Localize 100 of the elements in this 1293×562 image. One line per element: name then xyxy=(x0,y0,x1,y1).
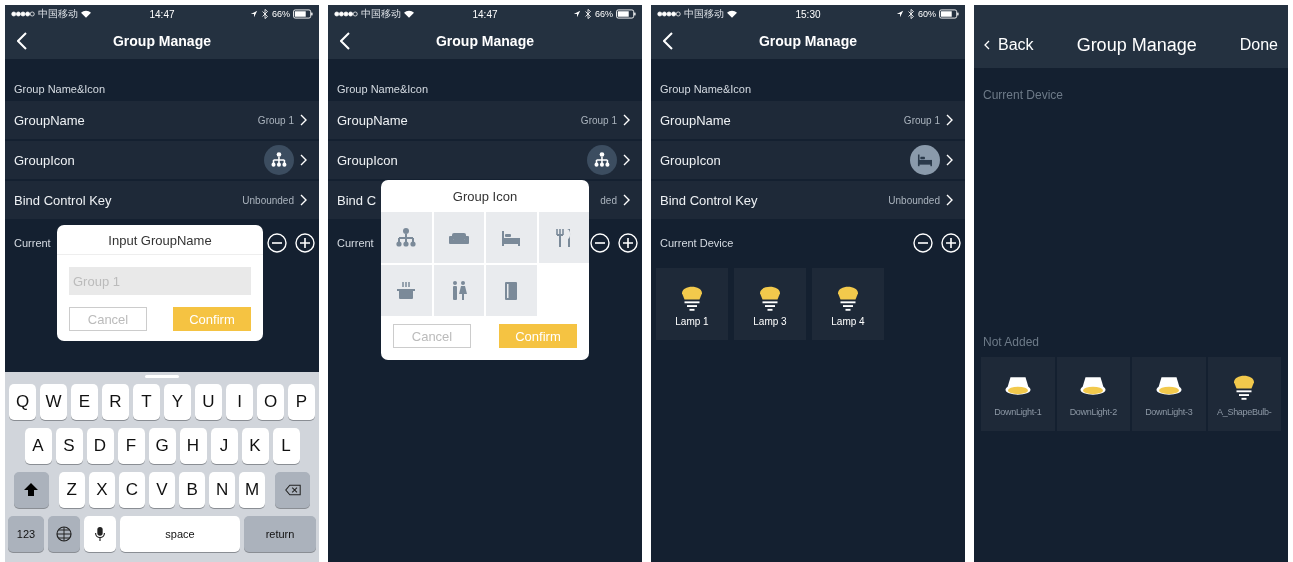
add-icon[interactable] xyxy=(941,233,961,253)
remove-icon[interactable] xyxy=(267,233,287,253)
icon-option[interactable] xyxy=(486,265,537,316)
back-button[interactable]: Back xyxy=(984,36,1034,54)
section-header: Group Name&Icon xyxy=(660,83,752,95)
back-icon[interactable] xyxy=(340,32,350,50)
settings-row[interactable]: GroupIcon xyxy=(651,141,965,179)
return-key[interactable]: return xyxy=(244,516,316,552)
screen-title: Group Manage xyxy=(759,33,857,49)
chevron-icon xyxy=(300,194,307,206)
letter-key[interactable]: F xyxy=(117,428,145,464)
letter-key[interactable]: C xyxy=(118,472,145,508)
settings-row[interactable]: GroupName Group 1 xyxy=(328,101,642,139)
letter-key[interactable]: U xyxy=(195,384,222,420)
letter-key[interactable]: I xyxy=(226,384,253,420)
location-icon xyxy=(896,9,904,19)
letter-key[interactable]: Q xyxy=(9,384,36,420)
icon-option[interactable] xyxy=(381,212,432,263)
letter-key[interactable]: Y xyxy=(164,384,191,420)
settings-row[interactable]: Bind Control Key Unbounded xyxy=(5,181,319,219)
backspace-key[interactable] xyxy=(275,472,310,508)
microphone-key[interactable] xyxy=(84,516,116,552)
letter-key[interactable]: T xyxy=(133,384,160,420)
device-name: Lamp 1 xyxy=(675,315,709,327)
status-time: 14:47 xyxy=(472,8,498,20)
device-name: A_ShapeBulb- xyxy=(1217,407,1272,417)
hierarchy-icon xyxy=(587,145,617,175)
letter-key[interactable]: A xyxy=(24,428,52,464)
chevron-icon xyxy=(946,114,953,126)
letter-key[interactable]: H xyxy=(179,428,207,464)
signal-icon xyxy=(334,11,358,17)
device-tile[interactable]: DownLight-3 xyxy=(1132,357,1206,431)
numbers-key[interactable]: 123 xyxy=(8,516,44,552)
chevron-icon xyxy=(300,114,307,126)
section-header: Not Added xyxy=(983,335,1040,349)
letter-key[interactable]: P xyxy=(288,384,315,420)
letter-key[interactable]: K xyxy=(241,428,269,464)
letter-key[interactable]: G xyxy=(148,428,176,464)
letter-key[interactable]: E xyxy=(71,384,98,420)
row-value: ded xyxy=(600,194,617,206)
microphone-icon xyxy=(92,526,108,542)
device-tile[interactable]: Lamp 3 xyxy=(734,268,806,340)
device-tile[interactable]: DownLight-1 xyxy=(981,357,1055,431)
chevron-icon xyxy=(623,114,630,126)
done-button[interactable]: Done xyxy=(1239,36,1278,54)
battery-percent: 60% xyxy=(918,9,936,19)
globe-key[interactable] xyxy=(48,516,80,552)
device-tile[interactable]: A_ShapeBulb- xyxy=(1207,357,1281,431)
settings-row[interactable]: Bind Control Key Unbounded xyxy=(651,181,965,219)
chevron-icon xyxy=(984,40,990,50)
section-header: Group Name&Icon xyxy=(337,83,429,95)
remove-icon[interactable] xyxy=(913,233,933,253)
wifi-icon xyxy=(81,10,91,18)
space-key[interactable]: space xyxy=(120,516,240,552)
device-tile[interactable]: DownLight-2 xyxy=(1056,357,1130,431)
chevron-icon xyxy=(946,154,953,166)
letter-key[interactable]: O xyxy=(257,384,284,420)
letter-key[interactable]: X xyxy=(88,472,115,508)
device-tile[interactable]: Lamp 1 xyxy=(656,268,728,340)
location-icon xyxy=(250,9,258,19)
back-icon[interactable] xyxy=(17,32,27,50)
device-tile[interactable]: Lamp 4 xyxy=(812,268,884,340)
shift-icon xyxy=(23,482,40,498)
letter-key[interactable]: W xyxy=(40,384,67,420)
battery-percent: 66% xyxy=(595,9,613,19)
row-label: GroupName xyxy=(660,112,731,128)
letter-key[interactable]: L xyxy=(272,428,300,464)
letter-key[interactable]: Z xyxy=(58,472,85,508)
icon-option[interactable] xyxy=(486,212,537,263)
icon-option[interactable] xyxy=(381,265,432,316)
add-icon[interactable] xyxy=(295,233,315,253)
letter-key[interactable]: R xyxy=(102,384,129,420)
globe-icon xyxy=(56,526,72,542)
add-icon[interactable] xyxy=(618,233,638,253)
letter-key[interactable]: N xyxy=(209,472,236,508)
chevron-icon xyxy=(623,154,630,166)
letter-key[interactable]: D xyxy=(86,428,114,464)
dialog-title: Input GroupName xyxy=(57,225,263,255)
carrier-name: 中国移动 xyxy=(684,7,724,21)
letter-key[interactable]: V xyxy=(148,472,176,508)
wifi-icon xyxy=(727,10,737,18)
settings-row[interactable]: GroupIcon xyxy=(328,141,642,179)
letter-key[interactable]: S xyxy=(55,428,83,464)
icon-option[interactable] xyxy=(433,265,484,316)
letter-key[interactable]: M xyxy=(239,472,266,508)
screen-title: Group Manage xyxy=(436,33,534,49)
letter-key[interactable]: B xyxy=(179,472,206,508)
row-label: Bind Control Key xyxy=(14,192,112,208)
row-label: GroupIcon xyxy=(660,152,721,168)
remove-icon[interactable] xyxy=(590,233,610,253)
battery-percent: 66% xyxy=(272,9,290,19)
shift-key[interactable] xyxy=(14,472,49,508)
settings-row[interactable]: GroupName Group 1 xyxy=(651,101,965,139)
back-icon[interactable] xyxy=(663,32,673,50)
settings-row[interactable]: GroupIcon xyxy=(5,141,319,179)
device-name: Lamp 4 xyxy=(831,315,865,327)
letter-key[interactable]: J xyxy=(210,428,238,464)
icon-option[interactable] xyxy=(433,212,484,263)
settings-row[interactable]: GroupName Group 1 xyxy=(5,101,319,139)
row-label: GroupName xyxy=(14,112,85,128)
